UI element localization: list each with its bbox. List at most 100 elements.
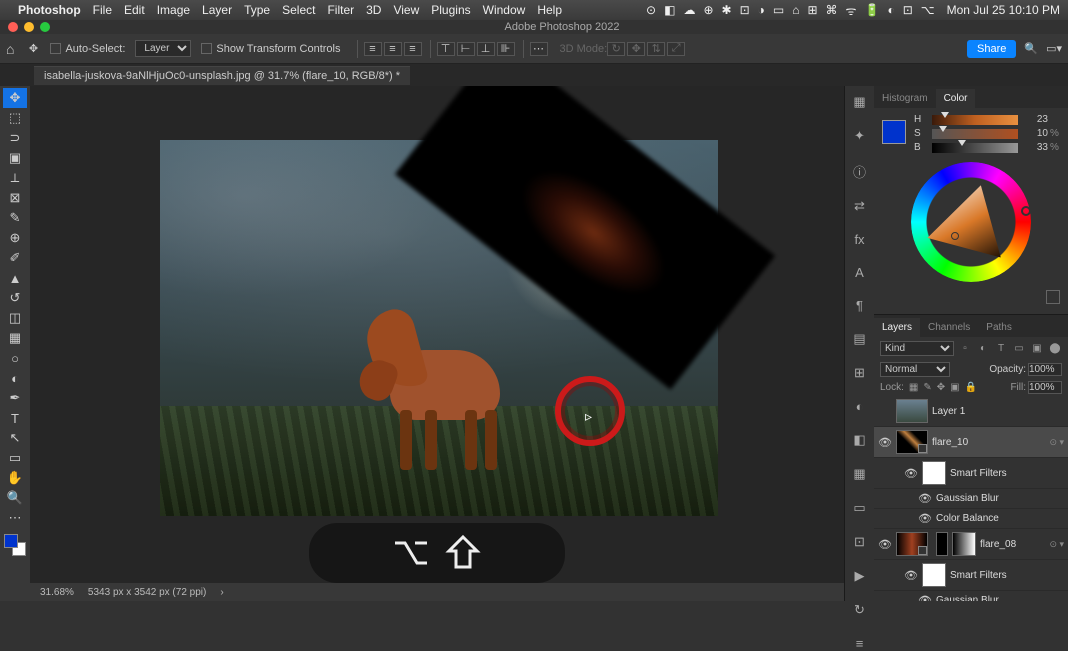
opacity-input[interactable] <box>1028 363 1062 376</box>
edit-toolbar[interactable]: ⋯ <box>3 508 27 528</box>
blur-tool[interactable]: ○ <box>3 348 27 368</box>
filter-row[interactable]: 👁 Gaussian Blur <box>874 591 1068 601</box>
healing-tool[interactable]: ⊕ <box>3 228 27 248</box>
move-tool-icon[interactable]: ✥ <box>24 40 42 58</box>
maximize-window-button[interactable] <box>40 22 50 32</box>
panel-icon[interactable]: ▤ <box>851 331 869 347</box>
status-icon[interactable]: ⊡ <box>740 3 750 17</box>
menu-help[interactable]: Help <box>537 3 562 17</box>
auto-select-checkbox[interactable]: Auto-Select: <box>50 43 125 55</box>
workspace-switcher-icon[interactable]: ▭▾ <box>1046 42 1062 55</box>
align-bottom-button[interactable]: ⊥ <box>477 42 495 56</box>
status-icon[interactable]: ⊙ <box>646 3 656 17</box>
panel-icon[interactable]: ↻ <box>851 602 869 618</box>
tab-color[interactable]: Color <box>936 89 976 108</box>
hue-value[interactable]: 23 <box>1024 114 1048 125</box>
menu-3d[interactable]: 3D <box>366 3 381 17</box>
brush-tool[interactable]: ✐ <box>3 248 27 268</box>
visibility-toggle[interactable]: 👁 <box>918 492 932 505</box>
panel-icon[interactable]: ≡ <box>851 636 869 651</box>
app-name[interactable]: Photoshop <box>18 3 81 17</box>
menu-window[interactable]: Window <box>483 3 526 17</box>
lock-paint-icon[interactable]: ✎ <box>923 382 931 393</box>
align-right-button[interactable]: ≡ <box>404 42 422 56</box>
visibility-toggle[interactable]: 👁 <box>918 594 932 601</box>
canvas-area[interactable]: ▹ 31.68% 5343 px x 3542 px (72 ppi) › <box>30 86 844 601</box>
gradient-tool[interactable]: ▦ <box>3 328 27 348</box>
status-icon[interactable]: ◐ <box>887 3 894 17</box>
home-icon[interactable]: ⌂ <box>6 41 14 57</box>
document-canvas[interactable]: ▹ <box>160 140 718 516</box>
status-icon[interactable]: ◑ <box>758 3 765 17</box>
visibility-toggle[interactable]: 👁 <box>918 512 932 525</box>
panel-icon[interactable]: ¶ <box>851 298 869 313</box>
marquee-tool[interactable]: ⬚ <box>3 108 27 128</box>
panel-icon[interactable]: ▶ <box>851 568 869 584</box>
align-left-button[interactable]: ≡ <box>364 42 382 56</box>
bri-slider[interactable] <box>932 143 1018 153</box>
tab-layers[interactable]: Layers <box>874 318 920 337</box>
frame-tool[interactable]: ⊠ <box>3 188 27 208</box>
foreground-swatch[interactable] <box>4 534 18 548</box>
smart-filters-row[interactable]: 👁 Smart Filters <box>874 560 1068 591</box>
filter-row[interactable]: 👁 Color Balance <box>874 509 1068 529</box>
panel-icon[interactable]: ▦ <box>851 466 869 482</box>
move-tool[interactable]: ✥ <box>3 88 27 108</box>
layer-name[interactable]: Gaussian Blur <box>936 493 1064 504</box>
document-tab[interactable]: isabella-juskova-9aNlHjuOc0-unsplash.jpg… <box>34 66 410 85</box>
menu-select[interactable]: Select <box>282 3 315 17</box>
status-icon[interactable]: ⊡ <box>903 3 913 17</box>
status-more-icon[interactable]: › <box>220 587 223 598</box>
align-top-button[interactable]: ⊤ <box>437 42 455 56</box>
status-icon[interactable]: ⊞ <box>807 3 817 17</box>
menu-image[interactable]: Image <box>157 3 190 17</box>
sat-value[interactable]: 10 <box>1024 128 1048 139</box>
object-select-tool[interactable]: ▣ <box>3 148 27 168</box>
layer-row[interactable]: Layer 1 <box>874 396 1068 427</box>
panel-icon[interactable]: ▦ <box>851 94 869 110</box>
visibility-toggle[interactable]: 👁 <box>878 538 892 551</box>
status-icon[interactable]: ✱ <box>722 3 732 17</box>
filter-mask-thumb[interactable] <box>922 461 946 485</box>
layer-list[interactable]: Layer 1 👁 flare_10 ⊙ ▾ 👁 Smart Filters 👁… <box>874 396 1068 601</box>
status-icon[interactable]: ▭ <box>773 3 784 17</box>
panel-icon[interactable]: ⊡ <box>851 534 869 550</box>
visibility-toggle[interactable]: 👁 <box>904 467 918 480</box>
eraser-tool[interactable]: ◫ <box>3 308 27 328</box>
show-transform-checkbox[interactable]: Show Transform Controls <box>201 43 340 55</box>
hue-slider[interactable] <box>932 115 1018 125</box>
path-tool[interactable]: ↖ <box>3 428 27 448</box>
wifi-icon[interactable]: ᯤ <box>846 2 857 19</box>
tab-paths[interactable]: Paths <box>978 318 1020 337</box>
lock-all-icon[interactable]: 🔒 <box>965 382 977 393</box>
panel-icon[interactable]: ⇄ <box>851 198 869 214</box>
crop-tool[interactable]: ⟂ <box>3 168 27 188</box>
color-panel-swatch[interactable] <box>882 120 906 144</box>
menu-type[interactable]: Type <box>244 3 270 17</box>
link-icon[interactable]: ⊙ ▾ <box>1049 539 1064 550</box>
panel-icon[interactable]: A <box>851 265 869 280</box>
shape-tool[interactable]: ▭ <box>3 448 27 468</box>
minimize-window-button[interactable] <box>24 22 34 32</box>
filter-toggle[interactable]: ⬤ <box>1048 343 1062 355</box>
layer-name[interactable]: flare_10 <box>932 437 1047 448</box>
status-icon[interactable]: ⊕ <box>703 3 713 17</box>
distribute-button[interactable]: ⊪ <box>497 42 515 56</box>
status-icon[interactable]: ◧ <box>664 3 675 17</box>
panel-icon[interactable]: ◐ <box>851 399 869 414</box>
color-panel-button[interactable] <box>1046 290 1060 304</box>
layer-thumb[interactable] <box>896 430 928 454</box>
panel-icon[interactable]: fx <box>851 232 869 247</box>
type-tool[interactable]: T <box>3 408 27 428</box>
link-icon[interactable]: ⊙ ▾ <box>1049 437 1064 448</box>
battery-icon[interactable]: 🔋 <box>865 3 880 17</box>
pen-tool[interactable]: ✒ <box>3 388 27 408</box>
menubar-clock[interactable]: Mon Jul 25 10:10 PM <box>947 3 1060 17</box>
layer-name[interactable]: Layer 1 <box>932 406 1064 417</box>
menu-filter[interactable]: Filter <box>327 3 354 17</box>
control-center-icon[interactable]: ⌥ <box>921 3 935 17</box>
tab-histogram[interactable]: Histogram <box>874 89 936 108</box>
filter-mask-thumb[interactable] <box>922 563 946 587</box>
layer-name[interactable]: flare_08 <box>980 539 1047 550</box>
dimensions-readout[interactable]: 5343 px x 3542 px (72 ppi) <box>88 587 206 598</box>
